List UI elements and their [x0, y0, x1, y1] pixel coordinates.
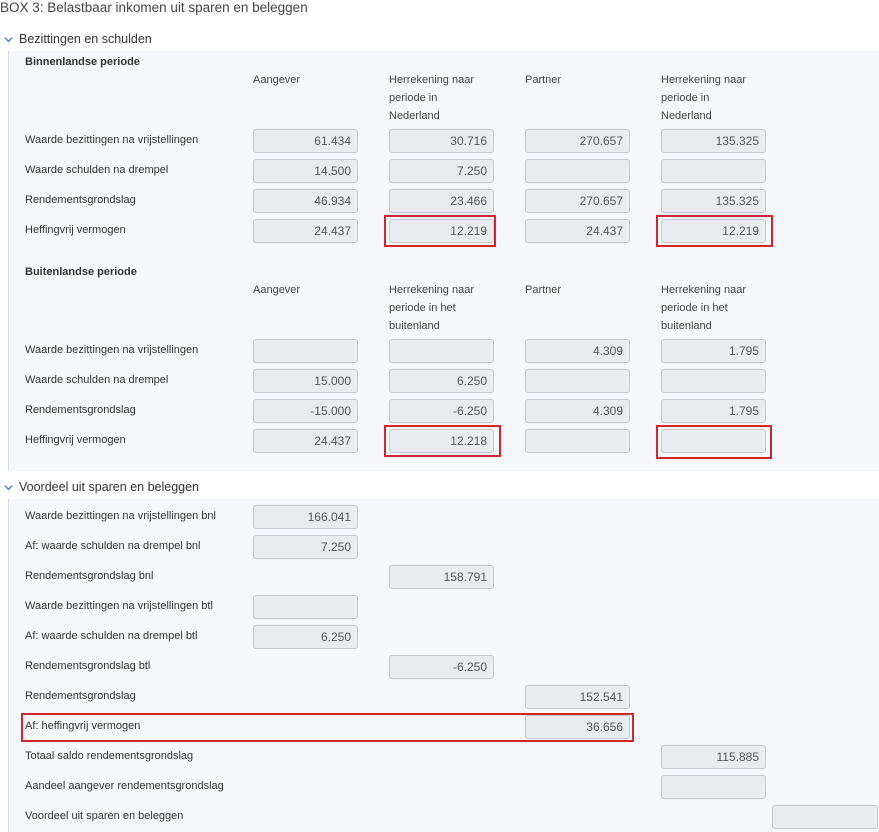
- buiten-schulden-herrekening-partner[interactable]: [661, 369, 766, 393]
- row-label: Waarde bezittingen na vrijstellingen: [25, 134, 199, 146]
- row-label: Waarde bezittingen na vrijstellingen bnl: [25, 510, 216, 522]
- row-label: Heffingvrij vermogen: [25, 224, 126, 236]
- row-label: Rendementsgrondslag btl: [25, 660, 151, 672]
- row-label: Af: waarde schulden na drempel btl: [25, 630, 198, 642]
- row-label: Waarde schulden na drempel: [25, 164, 169, 176]
- voordeel-bezittingen-btl[interactable]: [253, 595, 358, 619]
- binnen-schulden-partner[interactable]: [525, 159, 630, 183]
- col-header-partner: Partner: [525, 74, 562, 86]
- buiten-grondslag-aangever[interactable]: -15.000: [253, 399, 358, 423]
- section-header-bezittingen[interactable]: Bezittingen en schulden: [4, 32, 152, 46]
- buiten-grondslag-herrekening[interactable]: -6.250: [389, 399, 494, 423]
- row-label: Rendementsgrondslag: [25, 194, 136, 206]
- buiten-bezittingen-herrekening-partner[interactable]: 1.795: [661, 339, 766, 363]
- binnen-grondslag-aangever[interactable]: 46.934: [253, 189, 358, 213]
- binnenlandse-periode-title: Binnenlandse periode: [25, 56, 140, 68]
- col-header-herrekening-partner: Herrekening naar periode in Nederland: [661, 74, 746, 122]
- buiten-grondslag-herrekening-partner[interactable]: 1.795: [661, 399, 766, 423]
- buiten-bezittingen-aangever[interactable]: [253, 339, 358, 363]
- binnen-schulden-aangever[interactable]: 14.500: [253, 159, 358, 183]
- chevron-down-icon: [4, 36, 13, 42]
- voordeel-grondslag-btl[interactable]: -6.250: [389, 655, 494, 679]
- row-label: Rendementsgrondslag: [25, 404, 136, 416]
- col-header-herrekening: Herrekening naar periode in Nederland: [389, 74, 474, 122]
- row-label: Voordeel uit sparen en beleggen: [25, 810, 184, 822]
- section-header-voordeel[interactable]: Voordeel uit sparen en beleggen: [4, 480, 199, 494]
- buiten-heffingvrij-herrekening-partner[interactable]: [661, 429, 766, 453]
- chevron-down-icon: [4, 484, 13, 490]
- binnen-schulden-herrekening-partner[interactable]: [661, 159, 766, 183]
- row-label: Waarde bezittingen na vrijstellingen: [25, 344, 199, 356]
- buitenlandse-periode-title: Buitenlandse periode: [25, 266, 137, 278]
- buiten-schulden-aangever[interactable]: 15.000: [253, 369, 358, 393]
- row-label: Af: heffingvrij vermogen: [25, 720, 141, 732]
- buiten-bezittingen-partner[interactable]: 4.309: [525, 339, 630, 363]
- binnen-bezittingen-aangever[interactable]: 61.434: [253, 129, 358, 153]
- buiten-schulden-herrekening[interactable]: 6.250: [389, 369, 494, 393]
- buiten-heffingvrij-aangever[interactable]: 24.437: [253, 429, 358, 453]
- buiten-heffingvrij-partner[interactable]: [525, 429, 630, 453]
- binnen-bezittingen-herrekening[interactable]: 30.716: [389, 129, 494, 153]
- voordeel-bezittingen-bnl[interactable]: 166.041: [253, 505, 358, 529]
- row-label: Aandeel aangever rendementsgrondslag: [25, 780, 224, 792]
- row-label: Rendementsgrondslag bnl: [25, 570, 154, 582]
- row-label: Totaal saldo rendementsgrondslag: [25, 750, 194, 762]
- binnen-heffingvrij-aangever[interactable]: 24.437: [253, 219, 358, 243]
- section-title: Bezittingen en schulden: [19, 32, 152, 46]
- binnen-bezittingen-herrekening-partner[interactable]: 135.325: [661, 129, 766, 153]
- col-header-herrekening: Herrekening naar periode in het buitenland: [389, 284, 474, 332]
- voordeel-schulden-btl[interactable]: 6.250: [253, 625, 358, 649]
- section-title: Voordeel uit sparen en beleggen: [19, 480, 200, 494]
- binnen-bezittingen-partner[interactable]: 270.657: [525, 129, 630, 153]
- row-label: Rendementsgrondslag: [25, 690, 136, 702]
- buiten-schulden-partner[interactable]: [525, 369, 630, 393]
- voordeel-aandeel-aangever[interactable]: [661, 775, 766, 799]
- binnen-grondslag-herrekening-partner[interactable]: 135.325: [661, 189, 766, 213]
- binnen-heffingvrij-partner[interactable]: 24.437: [525, 219, 630, 243]
- buiten-bezittingen-herrekening[interactable]: [389, 339, 494, 363]
- buiten-grondslag-partner[interactable]: 4.309: [525, 399, 630, 423]
- binnen-heffingvrij-herrekening[interactable]: 12.219: [389, 219, 494, 243]
- col-header-partner: Partner: [525, 284, 562, 296]
- col-header-aangever: Aangever: [253, 284, 301, 296]
- binnen-schulden-herrekening[interactable]: 7.250: [389, 159, 494, 183]
- voordeel-schulden-bnl[interactable]: 7.250: [253, 535, 358, 559]
- voordeel-grondslag-bnl[interactable]: 158.791: [389, 565, 494, 589]
- row-label: Waarde bezittingen na vrijstellingen btl: [25, 600, 213, 612]
- col-header-herrekening-partner: Herrekening naar periode in het buitenland: [661, 284, 746, 332]
- col-header-aangever: Aangever: [253, 74, 301, 86]
- voordeel-heffingvrij[interactable]: 36.656: [525, 715, 630, 739]
- row-label: Heffingvrij vermogen: [25, 434, 126, 446]
- voordeel-totaal-saldo[interactable]: 115.885: [661, 745, 766, 769]
- page-title: BOX 3: Belastbaar inkomen uit sparen en …: [0, 0, 308, 15]
- voordeel-rendementsgrondslag[interactable]: 152.541: [525, 685, 630, 709]
- binnen-grondslag-partner[interactable]: 270.657: [525, 189, 630, 213]
- row-label: Af: waarde schulden na drempel bnl: [25, 540, 201, 552]
- binnen-grondslag-herrekening[interactable]: 23.466: [389, 189, 494, 213]
- binnen-heffingvrij-herrekening-partner[interactable]: 12.219: [661, 219, 766, 243]
- buiten-heffingvrij-herrekening[interactable]: 12.218: [389, 429, 494, 453]
- voordeel-uit-sparen[interactable]: [772, 805, 878, 829]
- row-label: Waarde schulden na drempel: [25, 374, 169, 386]
